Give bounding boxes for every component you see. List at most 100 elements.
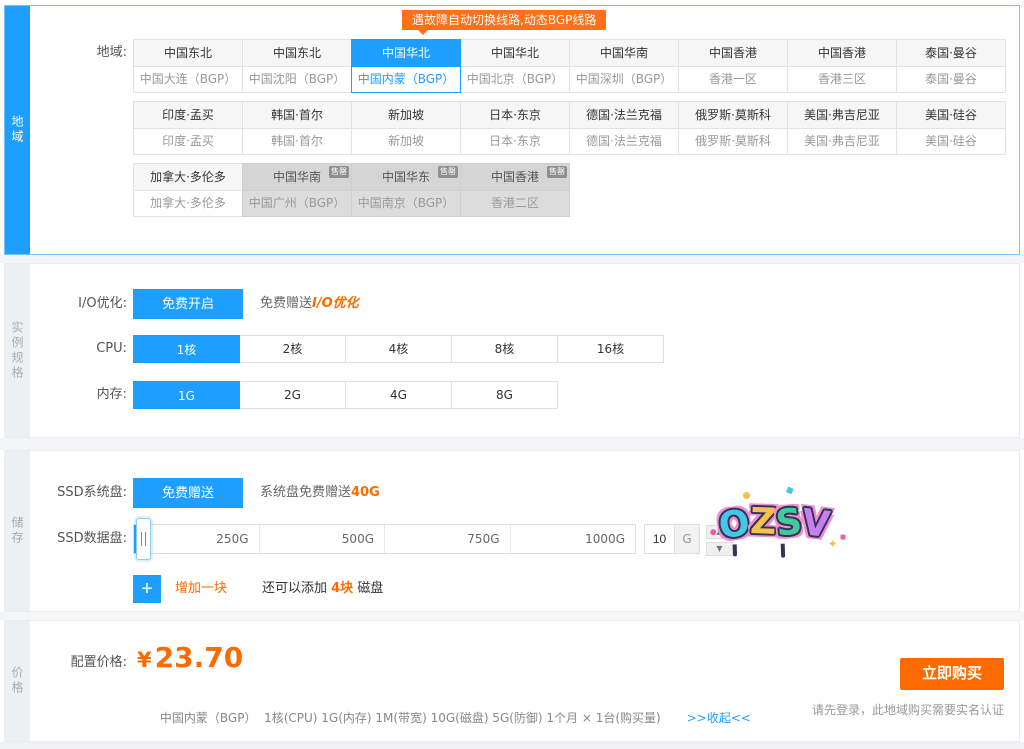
region-option-sub: 德国·法兰克福 (570, 129, 678, 154)
memory-option-1g[interactable]: 1G (133, 381, 240, 409)
cpu-label: CPU: (30, 335, 127, 363)
soldout-badge: 售罄 (329, 166, 349, 178)
slider-handle[interactable] (136, 518, 151, 560)
slider-tick-1000g[interactable]: 1000G (510, 525, 636, 553)
buy-now-button[interactable]: 立即购买 (900, 658, 1004, 690)
memory-option-2g[interactable]: 2G (239, 381, 346, 409)
region-option-sub: 中国大连（BGP） (134, 67, 242, 92)
region-option-hk3[interactable]: 中国香港 香港三区 (787, 39, 897, 93)
region-option-sub: 泰国·曼谷 (897, 67, 1005, 92)
region-option-dalian[interactable]: 中国东北 中国大连（BGP） (133, 39, 243, 93)
disk-size-increment-button[interactable]: ▲ (706, 525, 733, 539)
region-option-beijing[interactable]: 中国华北 中国北京（BGP） (460, 39, 570, 93)
memory-label: 内存: (30, 381, 127, 409)
add-disk-note-prefix: 还可以添加 (262, 581, 331, 596)
region-option-singapore[interactable]: 新加坡 新加坡 (351, 101, 461, 155)
sidebar-tab-storage: 储存 (5, 451, 30, 611)
cpu-option-16[interactable]: 16核 (557, 335, 664, 363)
sidebar-tab-price: 价格 (5, 621, 30, 741)
section-storage: 储存 SSD系统盘: 免费赠送 系统盘免费赠送40G SSD数据盘: 250G … (4, 450, 1020, 612)
region-option-siliconvalley[interactable]: 美国·硅谷 美国·硅谷 (896, 101, 1006, 155)
region-option-tokyo[interactable]: 日本·东京 日本·东京 (460, 101, 570, 155)
region-option-bangkok[interactable]: 泰国·曼谷 泰国·曼谷 (896, 39, 1006, 93)
region-option-nanjing-soldout: 售罄 中国华东 中国南京（BGP） (351, 163, 461, 217)
io-label: I/O优化: (30, 289, 127, 319)
sidebar-tab-storage-label: 储存 (9, 516, 26, 546)
cpu-option-4[interactable]: 4核 (345, 335, 452, 363)
add-disk-plus-icon[interactable]: + (133, 575, 161, 603)
cpu-option-2[interactable]: 2核 (239, 335, 346, 363)
storage-content: SSD系统盘: 免费赠送 系统盘免费赠送40G SSD数据盘: 250G 500… (30, 451, 1019, 611)
region-option-toronto[interactable]: 加拿大·多伦多 加拿大·多伦多 (133, 163, 243, 217)
price-label: 配置价格: (30, 647, 127, 679)
sidebar-tab-price-label: 价格 (9, 666, 26, 696)
memory-options: 1G 2G 4G 8G (133, 381, 558, 409)
sidebar-tab-spec-label: 实例规格 (9, 321, 26, 381)
slider-tick-250g[interactable]: 250G (134, 525, 259, 553)
region-option-title: 中国东北 (243, 40, 351, 67)
region-option-title: 韩国·首尔 (243, 102, 351, 129)
price-amount: ¥23.70 (137, 641, 243, 674)
watermark-letter: S (774, 504, 804, 543)
region-row-3: 加拿大·多伦多 加拿大·多伦多 售罄 中国华南 中国广州（BGP） 售罄 中国华… (133, 163, 570, 217)
region-option-sub: 日本·东京 (461, 129, 569, 154)
region-option-title: 美国·弗吉尼亚 (788, 102, 896, 129)
confetti-dot (786, 486, 794, 494)
region-option-sub: 中国内蒙（BGP） (352, 67, 460, 92)
region-option-mumbai[interactable]: 印度·孟买 印度·孟买 (133, 101, 243, 155)
io-enable-button[interactable]: 免费开启 (133, 289, 243, 319)
collapse-link[interactable]: >>收起<< (687, 711, 751, 725)
data-disk-slider[interactable]: 250G 500G 750G 1000G (133, 524, 636, 554)
soldout-badge: 售罄 (438, 166, 458, 178)
slider-tick-500g[interactable]: 500G (259, 525, 385, 553)
disk-size-decrement-button[interactable]: ▼ (706, 542, 733, 556)
price-currency: ¥ (137, 648, 152, 672)
region-option-seoul[interactable]: 韩国·首尔 韩国·首尔 (242, 101, 352, 155)
section-price: 价格 配置价格: ¥23.70 中国内蒙（BGP） 1核(CPU) 1G(内存)… (4, 620, 1020, 742)
cpu-option-8[interactable]: 8核 (451, 335, 558, 363)
data-disk-label: SSD数据盘: (30, 524, 127, 554)
watermark-letter: V (800, 505, 832, 544)
system-disk-free-button[interactable]: 免费赠送 (133, 478, 243, 508)
paint-drip (733, 544, 737, 556)
paint-drip (781, 544, 785, 558)
price-value: 23.70 (155, 641, 244, 674)
region-option-sub: 中国北京（BGP） (461, 67, 569, 92)
section-gap (0, 255, 1024, 263)
region-option-title: 加拿大·多伦多 (134, 164, 242, 191)
region-option-hk1[interactable]: 中国香港 香港一区 (678, 39, 788, 93)
spec-content: I/O优化: 免费开启 免费赠送I/O优化 CPU: 1核 2核 4核 8核 1… (30, 264, 1019, 437)
region-option-frankfurt[interactable]: 德国·法兰克福 德国·法兰克福 (569, 101, 679, 155)
region-option-sub: 新加坡 (352, 129, 460, 154)
region-option-moscow[interactable]: 俄罗斯·莫斯科 俄罗斯·莫斯科 (678, 101, 788, 155)
region-option-hk2-soldout: 售罄 中国香港 香港二区 (460, 163, 570, 217)
add-disk-link[interactable]: 增加一块 (175, 575, 227, 603)
region-option-shenzhen[interactable]: 中国华南 中国深圳（BGP） (569, 39, 679, 93)
memory-option-8g[interactable]: 8G (451, 381, 558, 409)
region-option-title: 美国·硅谷 (897, 102, 1005, 129)
slider-tick-750g[interactable]: 750G (384, 525, 510, 553)
io-note-prefix: 免费赠送 (260, 296, 312, 311)
region-option-sub: 中国沈阳（BGP） (243, 67, 351, 92)
disk-size-input[interactable] (644, 524, 675, 554)
region-option-sub: 香港二区 (461, 191, 569, 216)
region-option-sub: 中国广州（BGP） (243, 191, 351, 216)
region-option-title: 泰国·曼谷 (897, 40, 1005, 67)
section-gap (0, 438, 1024, 450)
region-option-title: 日本·东京 (461, 102, 569, 129)
region-option-title: 中国华北 (352, 40, 460, 67)
region-option-title: 俄罗斯·莫斯科 (679, 102, 787, 129)
region-content: 遇故障自动切换线路,动态BGP线路 地域: 中国东北 中国大连（BGP） 中国东… (30, 6, 1019, 254)
region-row-2: 印度·孟买 印度·孟买 韩国·首尔 韩国·首尔 新加坡 新加坡 日本·东京 日本… (133, 101, 1006, 155)
region-row-label: 地域: (30, 39, 127, 66)
region-option-virginia[interactable]: 美国·弗吉尼亚 美国·弗吉尼亚 (787, 101, 897, 155)
region-option-neimeng-selected[interactable]: 中国华北 中国内蒙（BGP） (351, 39, 461, 93)
cpu-option-1[interactable]: 1核 (133, 335, 240, 363)
region-option-sub: 香港一区 (679, 67, 787, 92)
sparkle-icon: ✦ (827, 537, 838, 551)
region-option-sub: 美国·弗吉尼亚 (788, 129, 896, 154)
config-summary: 中国内蒙（BGP） 1核(CPU) 1G(内存) 1M(带宽) 10G(磁盘) … (137, 695, 751, 740)
soldout-badge: 售罄 (547, 166, 567, 178)
region-option-shenyang[interactable]: 中国东北 中国沈阳（BGP） (242, 39, 352, 93)
memory-option-4g[interactable]: 4G (345, 381, 452, 409)
